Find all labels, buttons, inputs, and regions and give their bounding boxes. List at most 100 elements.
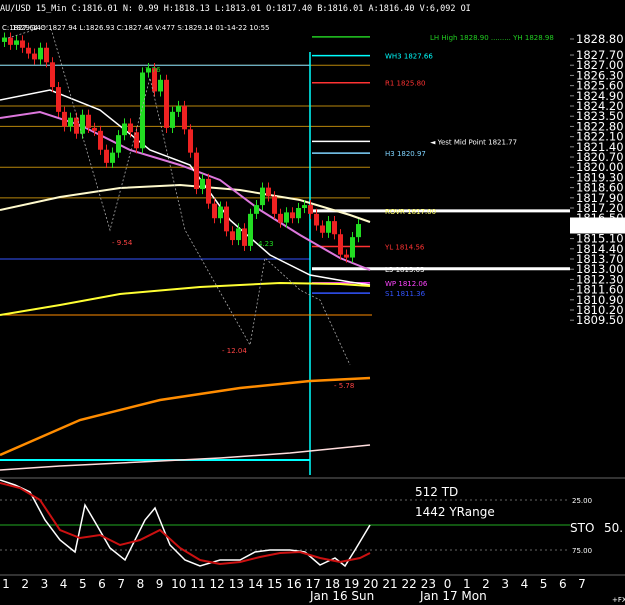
candle-body [2, 37, 7, 42]
candle-body [164, 79, 169, 128]
time-tick-label: 16 [286, 577, 301, 591]
candle-body [44, 47, 49, 63]
ma-orange [0, 376, 371, 457]
quote-header-text: AU/USD 15_Min C:1816.01 N: 0.99 H:1818.1… [0, 4, 471, 14]
level-label: R1 1825.80 [385, 80, 426, 88]
candle-body [62, 111, 67, 127]
candle-body [272, 196, 277, 214]
time-tick-label: 22 [402, 577, 417, 591]
candle-body [68, 117, 73, 127]
current-price-label: 1816.00 [574, 219, 622, 233]
candle-body [212, 203, 217, 219]
level-label: YL 1814.56 [384, 243, 425, 251]
candle-body [32, 53, 37, 60]
time-tick-label: 4 [60, 577, 68, 591]
candle-body [338, 234, 343, 255]
candle-body [284, 212, 289, 223]
sto-label: STO [570, 521, 594, 535]
candle-body [86, 114, 91, 128]
time-tick-label: 8 [137, 577, 145, 591]
candle-body [356, 224, 361, 238]
price-chart[interactable]: C:1827.64 O:1827.94 L:1826.93 C:1827.46 … [0, 0, 625, 605]
candle-body [236, 228, 241, 241]
candle-body [248, 213, 253, 246]
level-label: LH High 1828.90 ......... YH 1828.98 [430, 34, 554, 42]
candle-body [182, 106, 187, 130]
candle-body [128, 123, 133, 133]
candle-body [122, 123, 127, 136]
candle-body [302, 205, 307, 209]
candle-body [140, 72, 145, 149]
swing-label: - 5.78 [334, 382, 354, 390]
time-tick-label: 12 [210, 577, 225, 591]
footer-mark: +FX [612, 596, 625, 604]
level-label: WP 1812.06 [385, 280, 428, 288]
candle-body [104, 149, 109, 163]
time-tick-label: 2 [21, 577, 29, 591]
price-tick-label: 1828.80 [576, 32, 624, 46]
candle-body [308, 205, 313, 214]
candle-body [260, 187, 265, 206]
swing-label: - 9.54 [112, 239, 133, 247]
candle-body [326, 221, 331, 233]
ohlc-strip: C:1827.64 O:1827.94 L:1826.93 C:1827.46 … [2, 24, 270, 32]
time-tick-label: 6 [98, 577, 106, 591]
candle-body [296, 208, 301, 219]
date-label-left: Jan 16 Sun [309, 589, 374, 603]
time-tick-label: 6 [559, 577, 567, 591]
candle-body [176, 106, 181, 112]
high-annotation: 1829.14 [12, 24, 41, 32]
candle-body [290, 212, 295, 219]
candle-body [242, 228, 247, 246]
level-label: ROVR 1817.00 [385, 208, 436, 216]
time-tick-label: 10 [171, 577, 186, 591]
candle-body [80, 114, 85, 134]
candle-body [224, 206, 229, 232]
level-label: H3 1820.97 [385, 150, 426, 158]
td-label: 512 TD [415, 485, 458, 499]
osc-label-25: 25.00 [572, 497, 592, 505]
candle-body [200, 178, 205, 190]
candle-body [314, 213, 319, 226]
level-label: L3 1813.03 [385, 266, 425, 274]
quote-header: AU/USD 15_Min C:1816.01 N: 0.99 H:1818.1… [0, 0, 625, 18]
time-tick-label: 5 [540, 577, 548, 591]
swing-label: 7.76 [145, 66, 161, 74]
candle-body [8, 37, 13, 45]
candle-body [194, 152, 199, 190]
time-tick-label: 5 [79, 577, 87, 591]
time-tick-label: 11 [190, 577, 205, 591]
time-tick-label: 3 [41, 577, 49, 591]
yrange-label: 1442 YRange [415, 505, 495, 519]
candle-body [254, 205, 259, 214]
time-tick-label: 3 [501, 577, 509, 591]
time-tick-label: 21 [382, 577, 397, 591]
zigzag [7, 24, 351, 366]
time-tick-label: 1 [2, 577, 10, 591]
candle-body [350, 237, 355, 258]
candle-body [26, 47, 31, 54]
date-label-right: Jan 17 Mon [419, 589, 487, 603]
level-label: S1 1811.36 [385, 290, 426, 298]
time-tick-label: 14 [248, 577, 263, 591]
candle-body [170, 111, 175, 128]
osc-label-75: 75.00 [572, 547, 592, 555]
candle-body [218, 206, 223, 219]
time-tick-label: 7 [117, 577, 125, 591]
candle-body [116, 135, 121, 153]
time-tick-label: 13 [229, 577, 244, 591]
time-tick-label: 4 [521, 577, 529, 591]
candle-body [56, 87, 61, 112]
sto-value: 50. [604, 521, 623, 535]
time-tick-label: 7 [578, 577, 586, 591]
candle-body [50, 62, 55, 88]
candle-body [230, 231, 235, 241]
candle-body [320, 225, 325, 233]
price-tick-label: 1809.50 [576, 313, 624, 327]
candle-body [98, 130, 103, 150]
candle-body [278, 213, 283, 223]
candle-body [92, 127, 97, 131]
candle-body [188, 129, 193, 153]
candle-body [332, 221, 337, 235]
level-label: ◄ Yest Mid Point 1821.77 [430, 138, 517, 146]
